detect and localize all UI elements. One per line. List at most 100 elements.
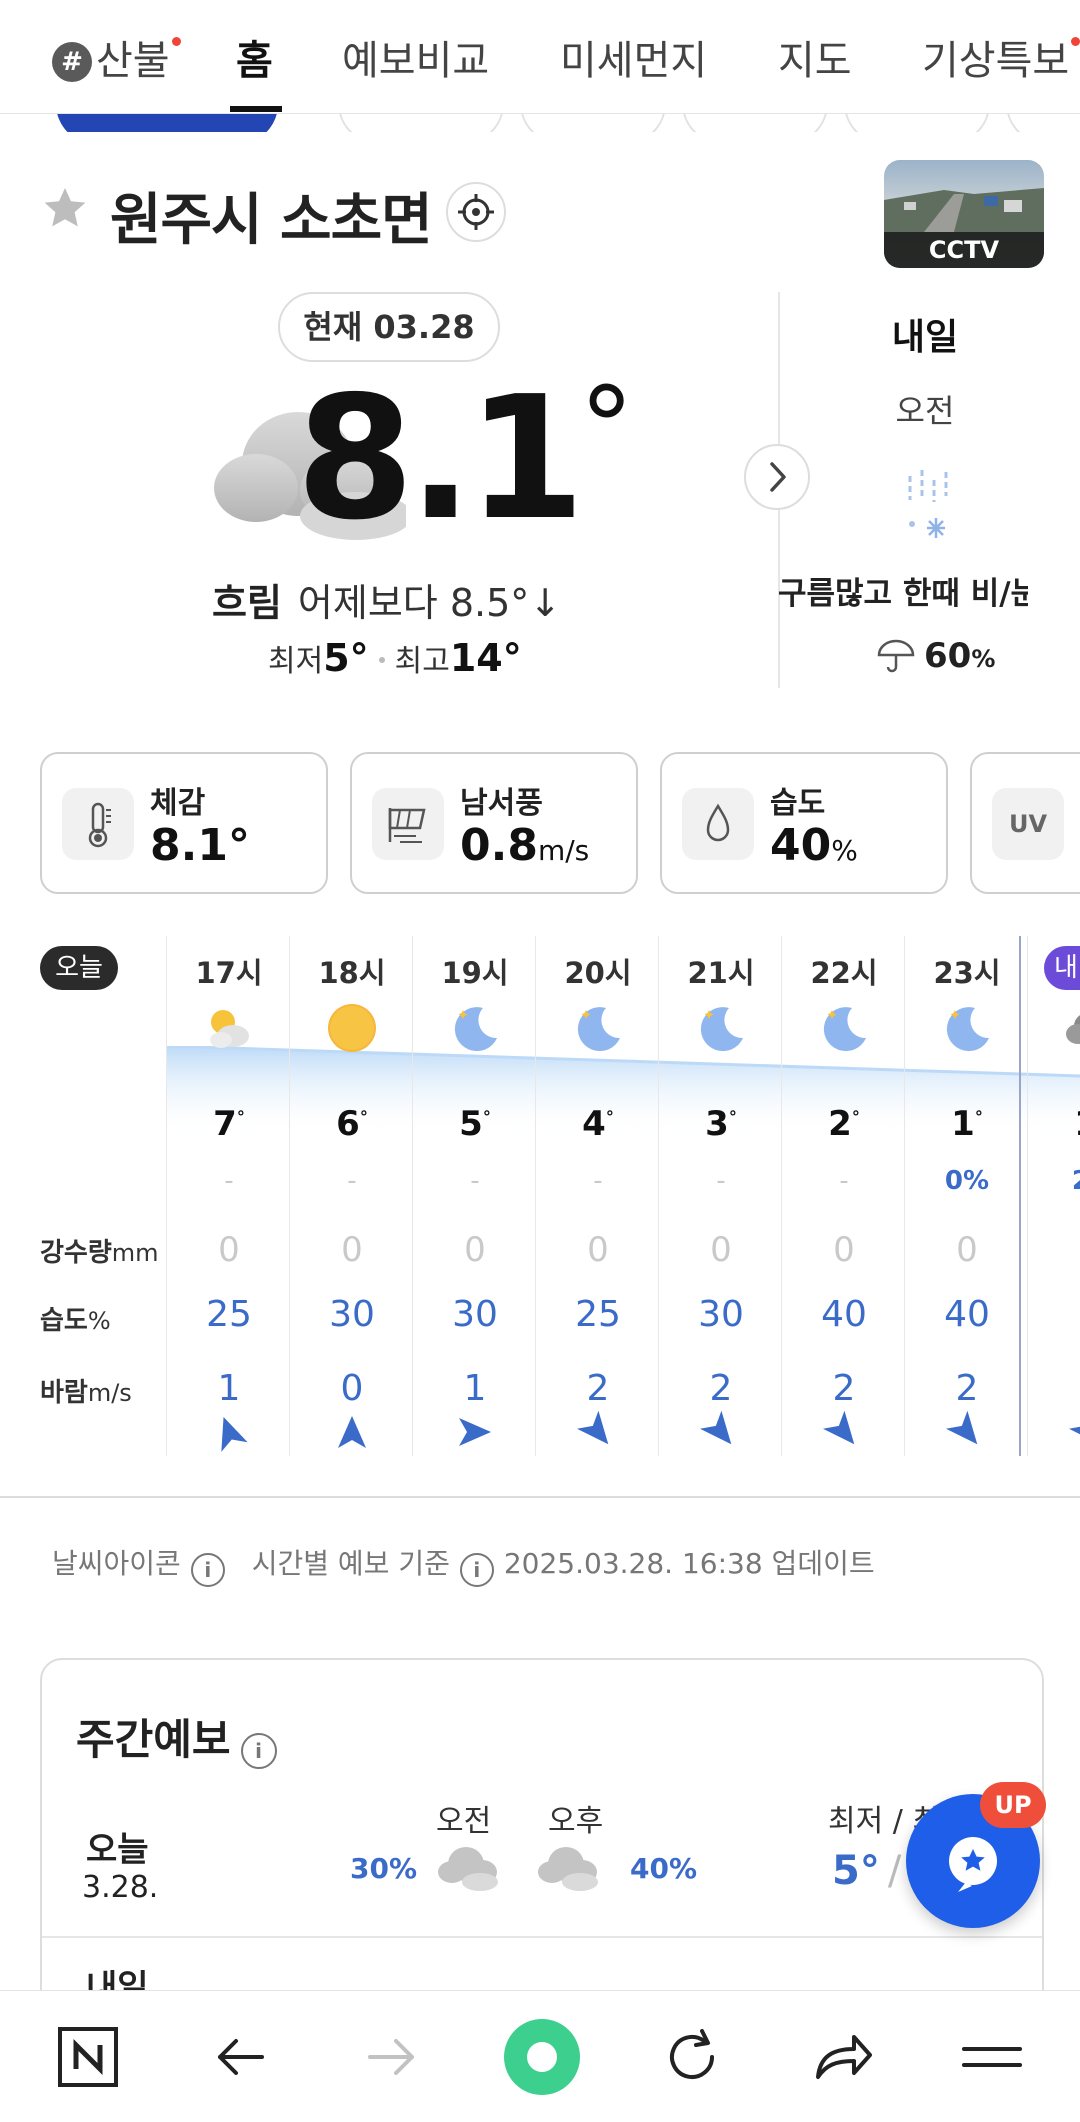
current-location-button[interactable] xyxy=(446,182,506,242)
back-button[interactable] xyxy=(200,2017,280,2097)
share-button[interactable] xyxy=(802,2017,882,2097)
hour-rain: 0 xyxy=(1028,1230,1080,1270)
green-dot-button[interactable] xyxy=(502,2017,582,2097)
tab-home[interactable]: 홈 xyxy=(236,28,273,86)
info-icon[interactable]: i xyxy=(190,1553,225,1587)
condition-line: 흐림 어제보다 8.5°↓ xyxy=(212,572,561,627)
min-max: 최저5° 최고14° xyxy=(268,636,522,680)
wind-direction-label: 남서풍 xyxy=(460,786,543,821)
cctv-thumbnail[interactable]: CCTV xyxy=(884,160,1044,268)
chip[interactable] xyxy=(338,114,504,132)
weather-icon-info-label[interactable]: 날씨아이콘 xyxy=(52,1547,181,1580)
uv-card[interactable]: UV xyxy=(970,752,1080,894)
row-divider xyxy=(42,1936,1042,1938)
condition-text: 흐림 xyxy=(212,581,282,625)
crosshair-icon xyxy=(458,194,494,230)
tab-wildfire-label: 산불 xyxy=(96,38,170,84)
hour-humidity: 30 xyxy=(452,1294,498,1335)
wind-direction-arrow-icon xyxy=(576,1410,614,1454)
hour-column: 23시 1° 0% 0 40 2 xyxy=(904,936,1028,1456)
hour-temp: 3° xyxy=(659,1104,783,1144)
degree-symbol: ° xyxy=(236,1107,245,1127)
wind-speed-unit: m/s xyxy=(537,834,590,867)
refresh-button[interactable] xyxy=(652,2017,732,2097)
info-icon[interactable]: i xyxy=(459,1553,494,1587)
hour-temp-value: 3 xyxy=(705,1104,729,1144)
hour-wind: 0 xyxy=(340,1368,364,1409)
hour-rain-prob: - xyxy=(224,1166,234,1196)
tab-forecast-compare[interactable]: 예보비교 xyxy=(342,28,489,86)
sun-icon xyxy=(326,1002,378,1058)
wind-speed-value: 0.8m/s xyxy=(460,820,589,871)
hour-label: 23시 xyxy=(933,956,1001,990)
pm-rain-prob: 40% xyxy=(630,1852,698,1885)
hashtag-icon: # xyxy=(52,42,92,82)
hourly-forecast[interactable]: 오늘 강수량mm 습도% 바람m/s 17시 7° -0 25 1 18시 6° -0 30 0 1… xyxy=(0,936,1080,1456)
chip-row xyxy=(0,114,1080,132)
update-time: 2025.03.28. 16:38 업데이트 xyxy=(503,1547,875,1580)
feels-like-card[interactable]: 체감 8.1° xyxy=(40,752,328,894)
cloudy-icon xyxy=(438,1847,498,1891)
favorite-star-icon[interactable] xyxy=(40,184,90,236)
wind-card[interactable]: 남서풍 0.8m/s xyxy=(350,752,638,894)
wind-direction-arrow-icon xyxy=(699,1410,737,1454)
hour-temp-value: 4 xyxy=(582,1104,606,1144)
info-icon[interactable]: i xyxy=(240,1733,277,1769)
today-badge: 오늘 xyxy=(40,946,118,990)
hour-label: 17시 xyxy=(195,956,263,990)
tab-wildfire[interactable]: # 산불 xyxy=(52,28,181,86)
chip[interactable] xyxy=(844,114,990,132)
weekly-date-today: 3.28. xyxy=(82,1870,159,1905)
chip[interactable] xyxy=(56,114,278,132)
humidity-card[interactable]: 습도 40% xyxy=(660,752,948,894)
chip[interactable] xyxy=(1006,114,1080,132)
wind-row-label: 바람m/s xyxy=(40,1372,132,1409)
rain-label: 강수량 xyxy=(40,1238,112,1268)
hour-temp-value: 1 xyxy=(1074,1104,1080,1144)
temp-separator: / xyxy=(887,1848,902,1894)
hour-rain: 0 xyxy=(218,1230,240,1270)
thermometer-icon xyxy=(62,788,134,860)
hour-rain-prob: 20 xyxy=(1028,1166,1080,1196)
naver-home-button[interactable] xyxy=(48,2017,128,2097)
hour-rain: 0 xyxy=(587,1230,609,1270)
next-forecast-button[interactable] xyxy=(744,444,810,510)
percent-unit: % xyxy=(971,645,996,673)
cctv-label: CCTV xyxy=(884,232,1044,268)
tab-weather-warning[interactable]: 기상특보 xyxy=(922,28,1080,86)
hour-temp: 1° xyxy=(1028,1104,1080,1144)
hour-label: 19시 xyxy=(441,956,509,990)
low-temp-value: 5° xyxy=(832,1848,880,1894)
forward-button[interactable] xyxy=(352,2017,432,2097)
day-divider xyxy=(1019,936,1021,1456)
feels-like-label: 체감 xyxy=(150,786,206,821)
hour-wind: 2 xyxy=(709,1368,733,1409)
tab-map[interactable]: 지도 xyxy=(778,28,852,86)
cloudy-icon xyxy=(538,1847,598,1891)
tomorrow-rain-prob-value: 60 xyxy=(924,636,972,676)
wind-direction-arrow-icon xyxy=(213,1414,248,1454)
hour-humidity: 30 xyxy=(698,1294,744,1335)
hour-wind: 1 xyxy=(463,1368,487,1409)
drop-icon xyxy=(682,788,754,860)
wind-unit: m/s xyxy=(87,1379,132,1407)
hour-column: 22시 2° -0 40 2 xyxy=(781,936,905,1456)
arrow-left-icon xyxy=(218,2039,264,2075)
tab-fine-dust[interactable]: 미세먼지 xyxy=(560,28,707,86)
wind-direction-arrow-icon xyxy=(336,1414,368,1454)
current-temperature-value: 8.1 xyxy=(296,360,585,558)
up-badge: UP xyxy=(980,1782,1046,1828)
degree-symbol: ° xyxy=(974,1107,983,1127)
menu-button[interactable] xyxy=(952,2017,1032,2097)
hour-column: 20시 4° - 0 25 2 xyxy=(535,936,659,1456)
hour-rain-prob: - xyxy=(839,1166,849,1196)
humidity-number: 40 xyxy=(770,820,832,871)
location-title[interactable]: 원주시 소초면 xyxy=(110,175,433,256)
chip[interactable] xyxy=(682,114,828,132)
max-label: 최고 xyxy=(394,644,450,679)
hour-column: 18시 6° - 0 30 0 xyxy=(289,936,413,1456)
degree-symbol: ° xyxy=(482,1107,491,1127)
am-label: 오전 xyxy=(436,1804,492,1839)
degree-symbol: ° xyxy=(851,1107,860,1127)
chip[interactable] xyxy=(520,114,666,132)
